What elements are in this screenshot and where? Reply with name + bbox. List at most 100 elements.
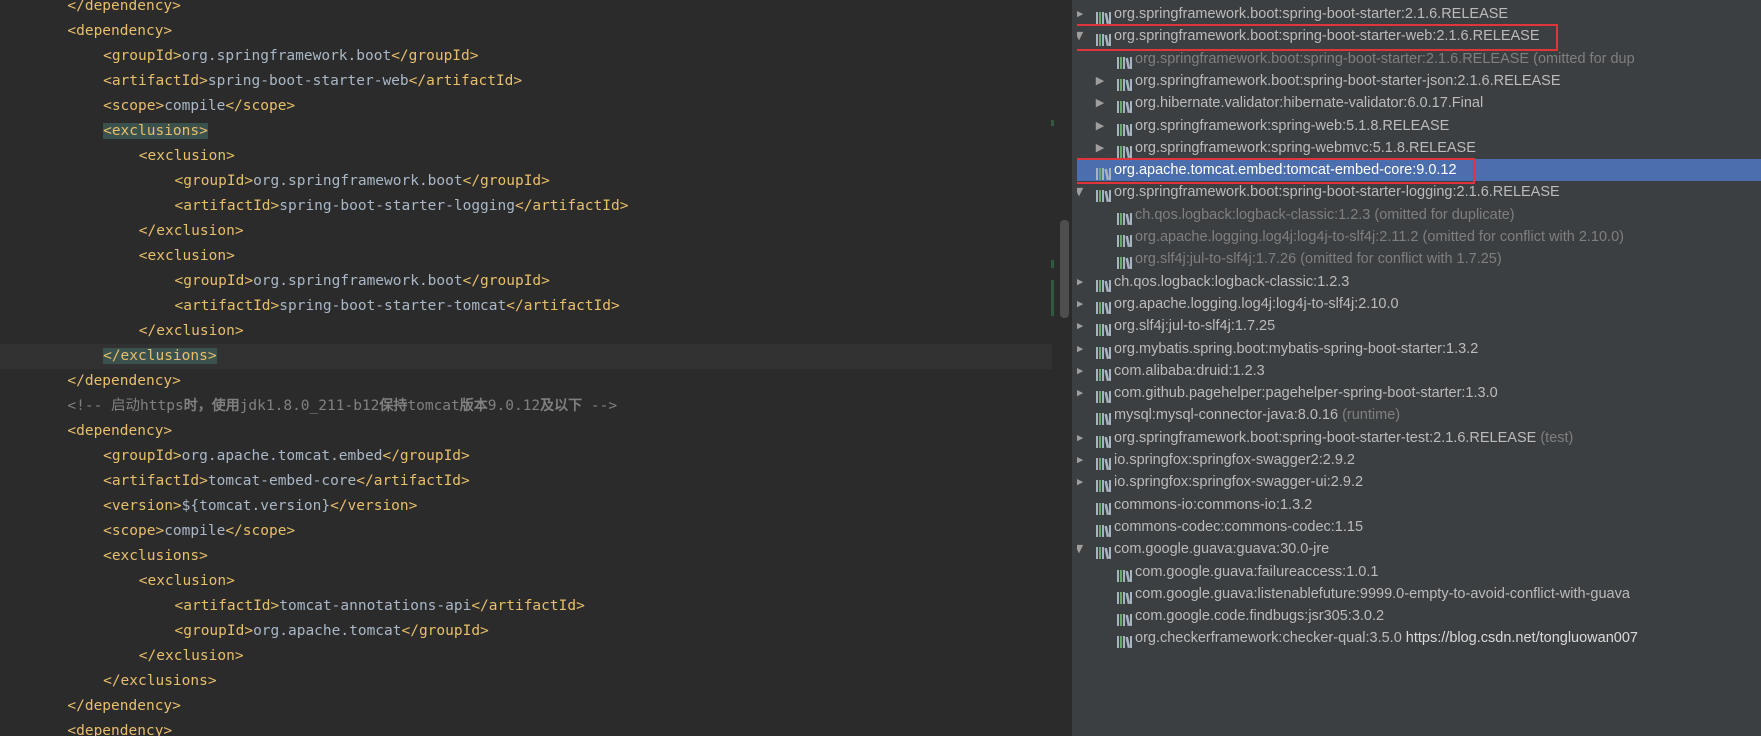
dependency-row[interactable]: ▶ com.github.pagehelper:pagehelper-spring… <box>1077 382 1761 404</box>
code-line[interactable]: </dependency> <box>0 369 1052 394</box>
dependency-label: io.springfox:springfox-swagger-ui:2.9.2 <box>1114 471 1363 493</box>
code-line[interactable]: <groupId>org.apache.tomcat</groupId> <box>0 619 1052 644</box>
library-icon <box>1117 76 1134 91</box>
code-line[interactable]: <exclusion> <box>0 569 1052 594</box>
code-line[interactable]: </dependency> <box>0 0 1052 19</box>
dependency-row[interactable]: ▶ org.slf4j:jul-to-slf4j:1.7.25 <box>1077 315 1761 337</box>
code-line[interactable]: <groupId>org.springframework.boot</group… <box>0 44 1052 69</box>
code-line[interactable]: <dependency> <box>0 719 1052 736</box>
dependency-label: org.springframework.boot:spring-boot-sta… <box>1135 70 1561 92</box>
dependency-row[interactable]: ▶ org.springframework:spring-webmvc:5.1.8… <box>1077 137 1761 159</box>
dependency-row[interactable]: ▶ com.alibaba:druid:1.2.3 <box>1077 360 1761 382</box>
dependency-row[interactable]: ch.qos.logback:logback-classic:1.2.3 (om… <box>1077 204 1761 226</box>
expand-arrow-icon[interactable]: ▶ <box>1093 92 1107 114</box>
xml-tag: <dependency> <box>67 423 173 439</box>
code-line[interactable]: <groupId>org.springframework.boot</group… <box>0 269 1052 294</box>
dependency-row[interactable]: ▼ org.springframework.boot:spring-boot-st… <box>1077 25 1761 47</box>
dependency-row[interactable]: ▶ org.springframework:spring-web:5.1.8.RE… <box>1077 115 1761 137</box>
collapse-arrow-icon[interactable]: ▼ <box>1077 181 1086 203</box>
xml-tag: <exclusion> <box>138 573 235 589</box>
maven-dependency-tree[interactable]: ▶ org.springframework.boot:spring-boot-st… <box>1077 0 1761 736</box>
dependency-row[interactable]: ▶ org.springframework.boot:spring-boot-st… <box>1077 3 1761 25</box>
code-line[interactable]: <artifactId>spring-boot-starter-web</art… <box>0 69 1052 94</box>
code-line[interactable]: <exclusions> <box>0 544 1052 569</box>
code-line[interactable]: </exclusion> <box>0 319 1052 344</box>
code-line[interactable]: <version>${tomcat.version}</version> <box>0 494 1052 519</box>
expand-arrow-icon[interactable]: ▶ <box>1077 382 1086 404</box>
dependency-row[interactable]: ▶ org.apache.logging.log4j:log4j-to-slf4j… <box>1077 293 1761 315</box>
code-line[interactable]: <groupId>org.apache.tomcat.embed</groupI… <box>0 444 1052 469</box>
expand-arrow-icon[interactable]: ▶ <box>1077 271 1086 293</box>
code-line[interactable]: <scope>compile</scope> <box>0 519 1052 544</box>
expand-arrow-icon[interactable]: ▶ <box>1077 427 1086 449</box>
dependency-row[interactable]: mysql:mysql-connector-java:8.0.16 (runti… <box>1077 404 1761 426</box>
code-line[interactable]: <dependency> <box>0 19 1052 44</box>
dependency-row[interactable]: ▶ org.springframework.boot:spring-boot-st… <box>1077 427 1761 449</box>
code-line[interactable]: <scope>compile</scope> <box>0 94 1052 119</box>
dependency-row[interactable]: ▼ org.springframework.boot:spring-boot-st… <box>1077 181 1761 203</box>
code-line[interactable]: <exclusion> <box>0 244 1052 269</box>
code-line[interactable]: <dependency> <box>0 419 1052 444</box>
expand-arrow-icon[interactable]: ▶ <box>1077 449 1086 471</box>
expand-arrow-icon[interactable]: ▶ <box>1093 115 1107 137</box>
xml-tag: </version> <box>330 498 418 514</box>
expand-arrow-icon[interactable]: ▶ <box>1077 471 1086 493</box>
expand-arrow-icon[interactable]: ▶ <box>1077 360 1086 382</box>
dependency-row[interactable]: com.google.guava:listenablefuture:9999.0… <box>1077 583 1761 605</box>
xml-tag: </dependency> <box>67 373 181 389</box>
code-line[interactable]: </dependency> <box>0 694 1052 719</box>
dependency-row[interactable]: ▶ ch.qos.logback:logback-classic:1.2.3 <box>1077 271 1761 293</box>
code-line[interactable]: <artifactId>tomcat-annotations-api</arti… <box>0 594 1052 619</box>
code-line-text: <exclusion> <box>139 244 235 269</box>
dependency-row[interactable]: ▶ org.springframework.boot:spring-boot-st… <box>1077 70 1761 92</box>
dependency-row[interactable]: org.apache.logging.log4j:log4j-to-slf4j:… <box>1077 226 1761 248</box>
dependency-row[interactable]: ▶ org.hibernate.validator:hibernate-valid… <box>1077 92 1761 114</box>
expand-arrow-icon[interactable]: ▶ <box>1093 137 1107 159</box>
dependency-row[interactable]: org.slf4j:jul-to-slf4j:1.7.26 (omitted f… <box>1077 248 1761 270</box>
dependency-row[interactable]: ▶ io.springfox:springfox-swagger2:2.9.2 <box>1077 449 1761 471</box>
expand-arrow-icon[interactable]: ▶ <box>1077 3 1086 25</box>
dependency-row[interactable]: commons-codec:commons-codec:1.15 <box>1077 516 1761 538</box>
dependency-label: commons-io:commons-io:1.3.2 <box>1114 494 1312 516</box>
expand-arrow-icon[interactable]: ▶ <box>1077 293 1086 315</box>
expand-arrow-icon[interactable]: ▶ <box>1077 338 1086 360</box>
code-line[interactable]: </exclusions> <box>0 344 1052 369</box>
xml-tag: </scope> <box>225 523 296 539</box>
code-line[interactable]: </exclusions> <box>0 669 1052 694</box>
dependency-row[interactable]: commons-io:commons-io:1.3.2 <box>1077 494 1761 516</box>
code-line-text: <exclusions> <box>103 544 208 569</box>
dependency-row[interactable]: com.google.code.findbugs:jsr305:3.0.2 <box>1077 605 1761 627</box>
xml-tag: </scope> <box>225 98 296 114</box>
code-line-text: </exclusions> <box>103 344 217 369</box>
collapse-arrow-icon[interactable]: ▼ <box>1077 25 1086 47</box>
code-line-text: <dependency> <box>67 419 172 444</box>
dependency-row[interactable]: org.springframework.boot:spring-boot-sta… <box>1077 48 1761 70</box>
code-line-text: <artifactId>spring-boot-starter-tomcat</… <box>175 294 620 319</box>
expand-arrow-icon[interactable]: ▶ <box>1093 70 1107 92</box>
xml-comment: 版本 <box>459 398 488 414</box>
code-line[interactable]: <artifactId>tomcat-embed-core</artifactI… <box>0 469 1052 494</box>
dependency-row[interactable]: ▶ org.mybatis.spring.boot:mybatis-spring-… <box>1077 338 1761 360</box>
dependency-row[interactable]: ▼ com.google.guava:guava:30.0-jre <box>1077 538 1761 560</box>
dependency-label: org.apache.tomcat.embed:tomcat-embed-cor… <box>1114 159 1457 181</box>
dependency-row[interactable]: ▶ io.springfox:springfox-swagger-ui:2.9.2 <box>1077 471 1761 493</box>
library-icon <box>1117 611 1134 627</box>
code-line[interactable]: </exclusion> <box>0 644 1052 669</box>
code-line[interactable]: </exclusion> <box>0 219 1052 244</box>
dependency-coordinate: org.apache.logging.log4j:log4j-to-slf4j:… <box>1114 295 1399 312</box>
code-line[interactable]: <groupId>org.springframework.boot</group… <box>0 169 1052 194</box>
dependency-row[interactable]: org.checkerframework:checker-qual:3.5.0 … <box>1077 627 1761 649</box>
code-line[interactable]: <artifactId>spring-boot-starter-logging<… <box>0 194 1052 219</box>
code-editor[interactable]: </dependency> <dependency> <groupId>org.sp… <box>0 0 1072 736</box>
code-line[interactable]: <artifactId>spring-boot-starter-tomcat</… <box>0 294 1052 319</box>
code-line[interactable]: <exclusion> <box>0 144 1052 169</box>
dependency-row[interactable]: org.apache.tomcat.embed:tomcat-embed-cor… <box>1077 159 1761 182</box>
xml-tag: </artifactId> <box>408 73 523 89</box>
library-icon <box>1096 187 1113 203</box>
collapse-arrow-icon[interactable]: ▼ <box>1077 538 1086 560</box>
code-line[interactable]: <exclusions> <box>0 119 1052 144</box>
editor-scrollbar-thumb[interactable] <box>1060 220 1069 318</box>
code-line[interactable]: <!-- 启动https时，使用jdk1.8.0_211-b12保持tomcat… <box>0 394 1052 419</box>
expand-arrow-icon[interactable]: ▶ <box>1077 315 1086 337</box>
dependency-row[interactable]: com.google.guava:failureaccess:1.0.1 <box>1077 561 1761 583</box>
